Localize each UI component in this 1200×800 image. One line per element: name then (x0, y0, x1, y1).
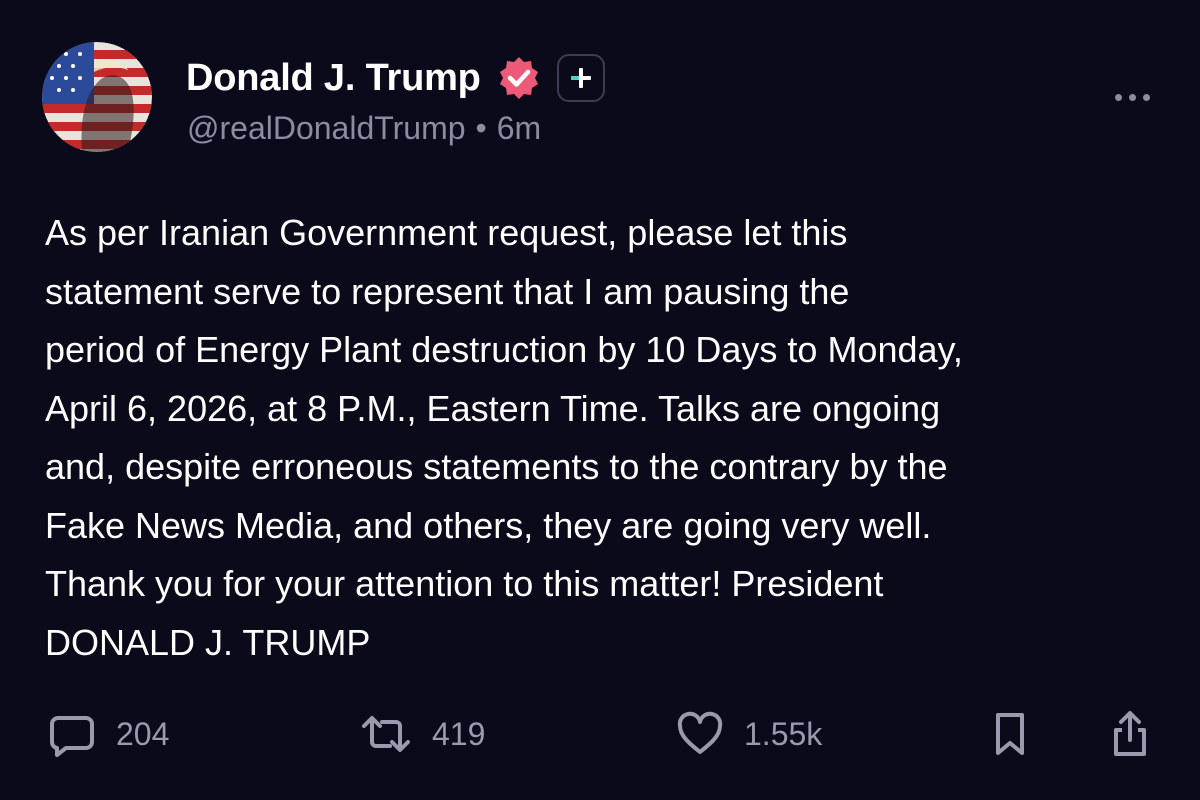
more-dot (1128, 93, 1136, 101)
post-timestamp[interactable]: 6m (497, 110, 541, 147)
author-handle[interactable]: @realDonaldTrump (187, 110, 466, 147)
author-meta: @realDonaldTrump • 6m (187, 110, 541, 147)
plus-badge-icon[interactable] (556, 54, 605, 102)
meta-separator: • (475, 110, 487, 146)
author-display-name[interactable]: Donald J. Trump (186, 57, 481, 100)
share-icon (1114, 711, 1146, 756)
bookmark-icon (996, 713, 1024, 755)
repost-icon (362, 716, 410, 752)
post-body: As per Iranian Government request, pleas… (45, 212, 963, 663)
reply-button[interactable]: 204 (48, 710, 169, 758)
more-dot (1142, 93, 1150, 101)
like-button[interactable]: 1.55k (676, 710, 822, 758)
more-dot (1114, 93, 1122, 101)
reply-count: 204 (116, 715, 170, 752)
post-card: Donald J. Trump @realDonaldTrump • 6m As… (0, 0, 1200, 800)
flag-portrait-avatar-icon (42, 42, 152, 152)
retruth-button[interactable]: 419 (360, 710, 485, 758)
author-name-row: Donald J. Trump (186, 52, 605, 104)
action-bar: 204 419 1.55k (0, 700, 1200, 770)
heart-icon (677, 711, 723, 754)
avatar[interactable] (42, 42, 152, 152)
share-button[interactable] (1108, 710, 1152, 758)
comment-icon (50, 716, 94, 757)
more-dots-icon[interactable] (1106, 84, 1158, 110)
bookmark-button[interactable] (990, 710, 1030, 758)
like-count: 1.55k (744, 715, 823, 752)
verified-badge-icon (499, 57, 538, 99)
retruth-count: 419 (432, 715, 486, 752)
